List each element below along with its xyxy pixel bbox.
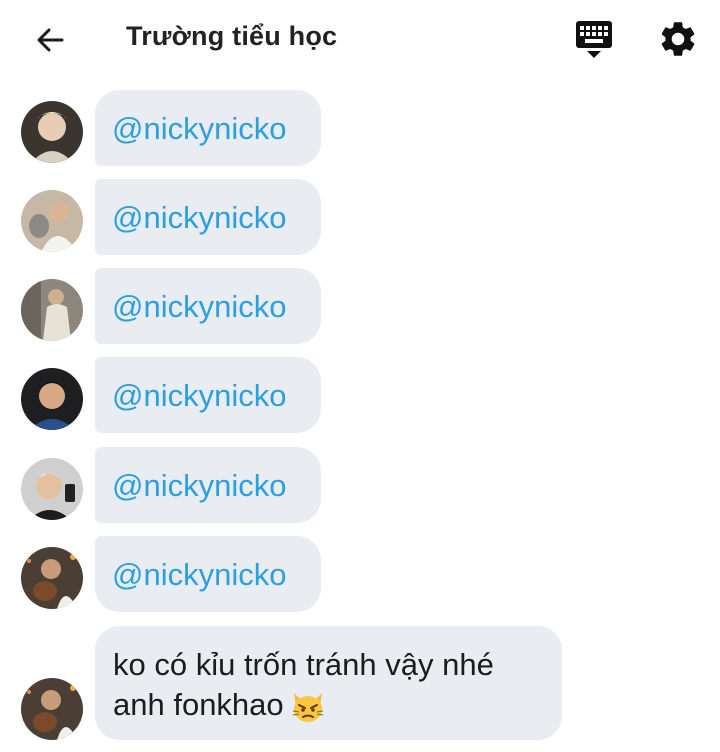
avatar[interactable] xyxy=(21,368,83,430)
message-bubble[interactable]: @nickynicko xyxy=(95,268,321,344)
message-bubble[interactable]: @nickynicko xyxy=(95,179,321,255)
message-bubble[interactable]: ko có kỉu trốn tránh vậy nhé anh fonkhao xyxy=(95,626,562,740)
message-line-2: anh fonkhao xyxy=(113,687,284,722)
chat-title: Trường tiểu học xyxy=(126,21,338,51)
mention-link[interactable]: @nickynicko xyxy=(95,268,321,325)
user-avatar-image xyxy=(21,190,83,252)
avatar[interactable] xyxy=(21,101,83,163)
message-bubble[interactable]: @nickynicko xyxy=(95,90,321,166)
message-text: ko có kỉu trốn tránh vậy nhé anh fonkhao xyxy=(95,626,562,725)
avatar[interactable] xyxy=(21,547,83,609)
message-row: ko có kỉu trốn tránh vậy nhé anh fonkhao xyxy=(0,626,720,742)
keyboard-icon xyxy=(576,21,612,58)
message-bubble[interactable]: @nickynicko xyxy=(95,536,321,612)
user-avatar-image xyxy=(21,279,83,341)
chat-header: Trường tiểu học xyxy=(0,0,720,78)
settings-button[interactable] xyxy=(657,18,699,60)
mention-link[interactable]: @nickynicko xyxy=(95,447,321,504)
message-line-1: ko có kỉu trốn tránh vậy nhé xyxy=(113,647,494,682)
user-avatar-image xyxy=(21,547,83,609)
mention-link[interactable]: @nickynicko xyxy=(95,357,321,414)
user-avatar-image xyxy=(21,368,83,430)
back-button[interactable] xyxy=(30,20,70,60)
message-row: @nickynicko xyxy=(0,90,720,166)
message-bubble[interactable]: @nickynicko xyxy=(95,447,321,523)
pouting-cat-emoji xyxy=(292,692,323,722)
mention-link[interactable]: @nickynicko xyxy=(95,536,321,593)
arrow-back-icon xyxy=(37,28,64,52)
mention-link[interactable]: @nickynicko xyxy=(95,179,321,236)
mention-link[interactable]: @nickynicko xyxy=(95,90,321,147)
user-avatar-image xyxy=(21,678,83,740)
gear-icon xyxy=(661,22,695,56)
message-row: @nickynicko xyxy=(0,536,720,612)
user-avatar-image xyxy=(21,458,83,520)
message-bubble[interactable]: @nickynicko xyxy=(95,357,321,433)
message-row: @nickynicko xyxy=(0,357,720,433)
avatar[interactable] xyxy=(21,678,83,740)
avatar[interactable] xyxy=(21,279,83,341)
message-row: @nickynicko xyxy=(0,447,720,523)
avatar[interactable] xyxy=(21,458,83,520)
avatar[interactable] xyxy=(21,190,83,252)
keyboard-button[interactable] xyxy=(573,18,615,60)
user-avatar-image xyxy=(21,101,83,163)
message-row: @nickynicko xyxy=(0,179,720,255)
message-row: @nickynicko xyxy=(0,268,720,344)
